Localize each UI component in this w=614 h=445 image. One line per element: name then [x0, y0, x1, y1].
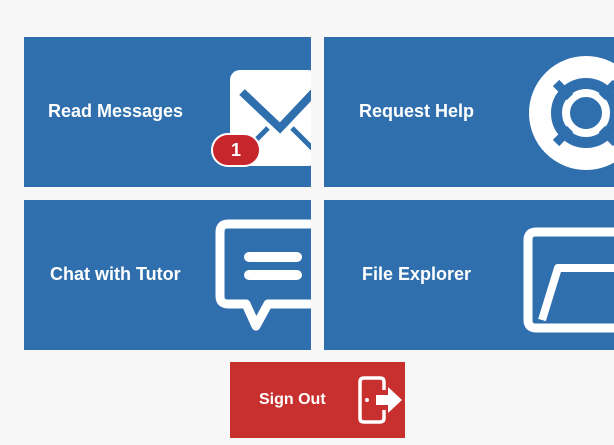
exit-door-icon [356, 374, 402, 426]
chat-with-tutor-tile[interactable]: Chat with Tutor [24, 200, 311, 350]
request-help-tile[interactable]: Request Help [324, 37, 614, 187]
lifebuoy-icon [514, 51, 614, 176]
sign-out-label: Sign Out [259, 391, 326, 408]
chat-with-tutor-label: Chat with Tutor [50, 264, 181, 284]
chat-bubble-icon [214, 218, 311, 333]
file-explorer-tile[interactable]: File Explorer [324, 200, 614, 350]
request-help-label: Request Help [359, 101, 475, 121]
sign-out-button[interactable]: Sign Out [230, 362, 405, 438]
unread-count-badge: 1 [211, 133, 261, 167]
read-messages-label: Read Messages [48, 101, 184, 121]
folder-icon [518, 224, 614, 334]
read-messages-tile[interactable]: Read Messages 1 [24, 37, 311, 187]
dashboard: Read Messages 1 Request Help Chat with T… [0, 0, 614, 445]
file-explorer-label: File Explorer [362, 264, 472, 284]
